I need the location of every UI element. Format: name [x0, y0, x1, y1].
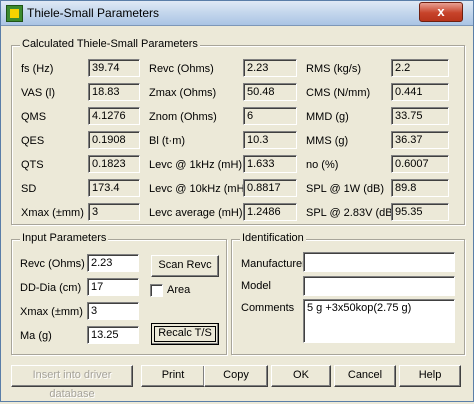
- xmax-value: 3: [88, 203, 140, 221]
- recalc-ts-button[interactable]: Recalc T/S: [151, 323, 219, 345]
- copy-button[interactable]: Copy: [204, 365, 268, 387]
- help-button[interactable]: Help: [399, 365, 461, 387]
- znom-value: 6: [243, 107, 297, 125]
- model-label: Model: [241, 280, 271, 292]
- levc-10khz-value: 0.8817: [243, 179, 297, 197]
- revc-label: Revc (Ohms): [149, 63, 214, 75]
- qts-value: 0.1823: [88, 155, 140, 173]
- window-title: Thiele-Small Parameters: [27, 6, 160, 20]
- efficiency-value: 0.6007: [391, 155, 449, 173]
- insert-into-database-button[interactable]: Insert into driver database: [11, 365, 133, 400]
- vas-value: 18.83: [88, 83, 140, 101]
- spl-283v-value: 95.35: [391, 203, 449, 221]
- mmd-label: MMD (g): [306, 111, 349, 123]
- rms-label: RMS (kg/s): [306, 63, 361, 75]
- input-revc-label: Revc (Ohms): [20, 258, 85, 270]
- qes-label: QES: [21, 135, 45, 147]
- revc-value: 2.23: [243, 59, 297, 77]
- zmax-value: 50.48: [243, 83, 297, 101]
- comments-label: Comments: [241, 302, 295, 314]
- fs-label: fs (Hz): [21, 63, 54, 75]
- input-parameters-legend: Input Parameters: [20, 232, 109, 244]
- levc-1khz-value: 1.633: [243, 155, 297, 173]
- scan-revc-button[interactable]: Scan Revc: [151, 255, 219, 277]
- spl-1w-value: 89.8: [391, 179, 449, 197]
- cms-label: CMS (N/mm): [306, 87, 371, 99]
- cms-value: 0.441: [391, 83, 449, 101]
- input-ma-field[interactable]: 13.25: [87, 326, 139, 344]
- qms-label: QMS: [21, 111, 47, 123]
- qms-value: 4.1276: [88, 107, 140, 125]
- input-revc-field[interactable]: 2.23: [87, 254, 139, 272]
- mms-label: MMS (g): [306, 135, 349, 147]
- mmd-value: 33.75: [391, 107, 449, 125]
- ok-button[interactable]: OK: [271, 365, 331, 387]
- znom-label: Znom (Ohms): [149, 111, 217, 123]
- identification-legend: Identification: [240, 232, 306, 244]
- app-icon: [6, 5, 23, 22]
- close-button[interactable]: x: [419, 2, 463, 22]
- comments-field[interactable]: 5 g +3x50kop(2.75 g): [303, 299, 455, 343]
- input-xmax-field[interactable]: 3: [87, 302, 139, 320]
- bl-value: 10.3: [243, 131, 297, 149]
- levc-average-label: Levc average (mH): [149, 207, 243, 219]
- input-xmax-label: Xmax (±mm): [20, 306, 83, 318]
- mms-value: 36.37: [391, 131, 449, 149]
- levc-average-value: 1.2486: [243, 203, 297, 221]
- manufacturer-field[interactable]: [303, 252, 455, 272]
- fs-value: 39.74: [88, 59, 140, 77]
- spl-1w-label: SPL @ 1W (dB): [306, 183, 384, 195]
- qes-value: 0.1908: [88, 131, 140, 149]
- levc-1khz-label: Levc @ 1kHz (mH): [149, 159, 243, 171]
- thiele-small-window: Thiele-Small Parameters x Calculated Thi…: [0, 0, 474, 402]
- print-button[interactable]: Print: [141, 365, 205, 387]
- xmax-label: Xmax (±mm): [21, 207, 84, 219]
- levc-10khz-label: Levc @ 10kHz (mH): [149, 183, 249, 195]
- model-field[interactable]: [303, 276, 455, 296]
- title-bar: Thiele-Small Parameters x: [1, 1, 473, 26]
- spl-283v-label: SPL @ 2.83V (dB): [306, 207, 397, 219]
- rms-value: 2.2: [391, 59, 449, 77]
- bl-label: Bl (t·m): [149, 135, 186, 147]
- sd-label: SD: [21, 183, 37, 195]
- area-label: Area: [167, 284, 191, 296]
- input-dd-dia-label: DD-Dia (cm): [20, 282, 82, 294]
- manufacturer-label: Manufacturer: [241, 258, 306, 270]
- input-ma-label: Ma (g): [20, 330, 52, 342]
- sd-value: 173.4: [88, 179, 140, 197]
- input-dd-dia-field[interactable]: 17: [87, 278, 139, 296]
- calculated-parameters-legend: Calculated Thiele-Small Parameters: [20, 38, 200, 50]
- area-checkbox[interactable]: [150, 284, 163, 297]
- qts-label: QTS: [21, 159, 44, 171]
- vas-label: VAS (l): [21, 87, 56, 99]
- cancel-button[interactable]: Cancel: [334, 365, 396, 387]
- zmax-label: Zmax (Ohms): [149, 87, 217, 99]
- efficiency-label: no (%): [306, 159, 339, 171]
